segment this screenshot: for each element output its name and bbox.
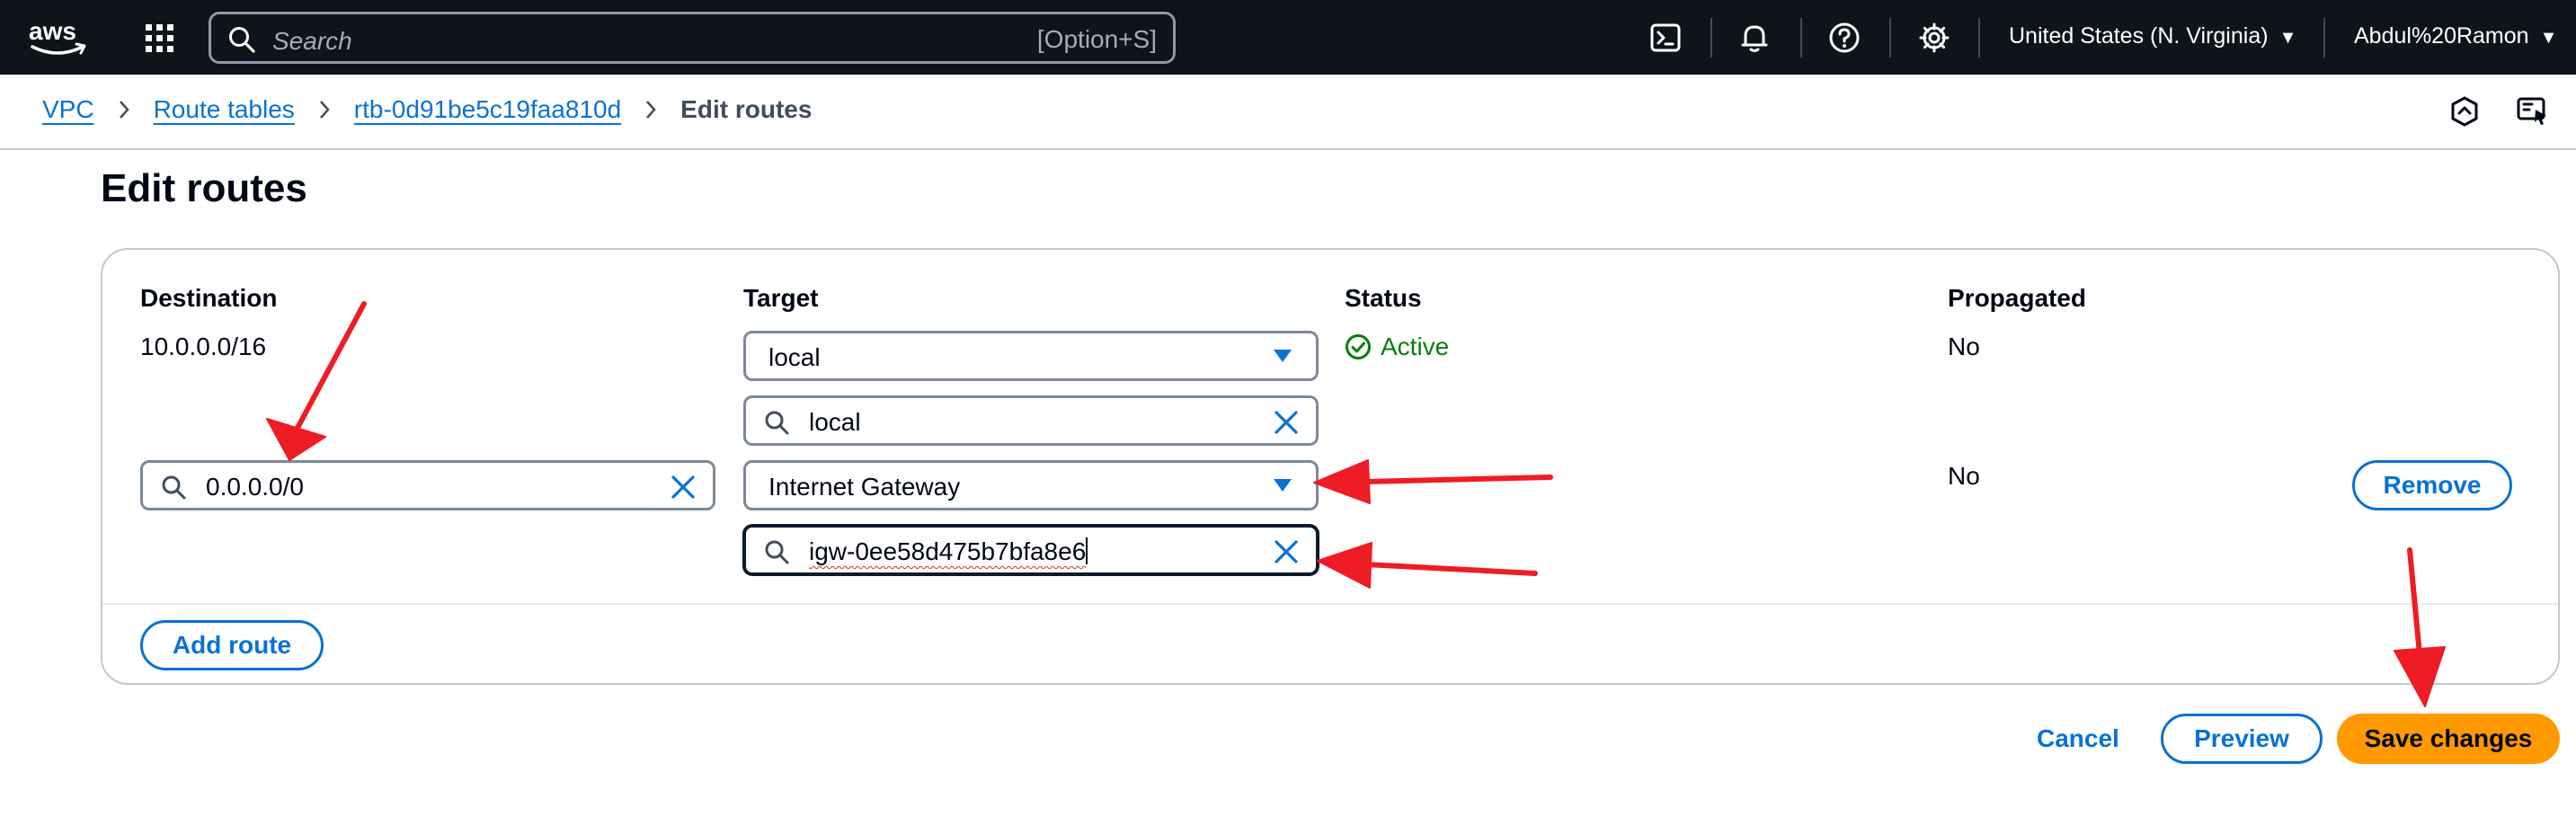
help-icon[interactable] xyxy=(1828,22,1861,54)
cancel-button[interactable]: Cancel xyxy=(2037,724,2119,753)
search-icon xyxy=(229,27,255,53)
check-circle-icon xyxy=(1346,334,1371,359)
column-header-status: Status xyxy=(1345,284,1422,312)
top-navigation-bar: aws Search [Option+S] United States (N. … xyxy=(0,0,2576,75)
region-selector[interactable]: United States (N. Virginia) ▼ xyxy=(2009,23,2296,49)
target-type-value: local xyxy=(768,343,821,371)
target-search-input[interactable]: igw-0ee58d475b7bfa8e6 xyxy=(743,525,1319,575)
target-search-value: igw-0ee58d475b7bfa8e6 xyxy=(809,537,1087,565)
divider xyxy=(1710,18,1712,58)
remove-route-button[interactable]: Remove xyxy=(2352,460,2512,510)
breadcrumb-bar: VPC Route tables rtb-0d91be5c19faa810d E… xyxy=(0,75,2576,150)
caret-down-icon: ▼ xyxy=(2539,28,2558,48)
breadcrumb-vpc[interactable]: VPC xyxy=(42,95,94,124)
target-search-value-wrapper: igw-0ee58d475b7bfa8e6 xyxy=(809,537,1088,566)
column-header-propagated: Propagated xyxy=(1948,284,2087,312)
search-icon xyxy=(765,411,789,435)
account-name: Abdul%20Ramon xyxy=(2354,23,2529,49)
column-header-destination: Destination xyxy=(140,284,278,312)
target-type-select[interactable]: local xyxy=(743,331,1319,381)
add-route-button[interactable]: Add route xyxy=(140,620,324,670)
global-search-input[interactable]: Search [Option+S] xyxy=(209,12,1176,64)
status-badge: Active xyxy=(1345,333,1449,361)
search-shortcut-hint: [Option+S] xyxy=(1036,25,1157,53)
column-header-target: Target xyxy=(743,284,819,312)
shield-hexagon-icon[interactable] xyxy=(2447,94,2482,129)
account-menu[interactable]: Abdul%20Ramon ▼ xyxy=(2354,23,2557,49)
svg-text:aws: aws xyxy=(29,17,76,45)
destination-search-input[interactable]: 0.0.0.0/0 xyxy=(140,460,715,510)
settings-icon[interactable] xyxy=(1918,22,1950,54)
breadcrumb-current: Edit routes xyxy=(680,95,813,123)
breadcrumb-route-table-id[interactable]: rtb-0d91be5c19faa810d xyxy=(354,95,621,124)
caret-down-icon: ▼ xyxy=(2278,28,2297,48)
feedback-screen-icon[interactable] xyxy=(2516,94,2550,129)
caret-down-icon xyxy=(1274,479,1292,492)
target-search-input[interactable]: local xyxy=(743,395,1319,446)
divider xyxy=(2323,18,2325,58)
search-placeholder: Search xyxy=(272,27,352,55)
bell-icon[interactable] xyxy=(1738,22,1771,54)
text-cursor xyxy=(1086,537,1088,564)
page-title: Edit routes xyxy=(101,166,307,210)
chevron-right-icon xyxy=(119,101,129,119)
target-search-value: local xyxy=(809,408,861,436)
destination-value: 0.0.0.0/0 xyxy=(206,473,304,501)
save-changes-button[interactable]: Save changes xyxy=(2337,714,2560,764)
apps-grid-icon[interactable] xyxy=(145,23,175,54)
search-icon xyxy=(765,540,789,564)
routes-table-panel: Destination Target Status Propagated 10.… xyxy=(101,248,2560,685)
clear-x-icon[interactable] xyxy=(1273,409,1300,436)
propagated-value: No xyxy=(1948,462,1980,490)
target-type-select[interactable]: Internet Gateway xyxy=(743,460,1319,510)
status-text: Active xyxy=(1381,333,1450,360)
divider xyxy=(1800,18,1802,58)
clear-x-icon[interactable] xyxy=(1273,538,1300,565)
search-icon xyxy=(162,475,186,500)
target-type-value: Internet Gateway xyxy=(768,473,961,501)
region-label: United States (N. Virginia) xyxy=(2009,23,2269,49)
divider xyxy=(1978,18,1980,58)
divider xyxy=(1889,18,1891,58)
clear-x-icon[interactable] xyxy=(670,474,697,501)
divider xyxy=(102,603,2558,605)
preview-button[interactable]: Preview xyxy=(2161,714,2323,764)
route-destination-value: 10.0.0.0/16 xyxy=(140,333,267,360)
caret-down-icon xyxy=(1274,350,1292,362)
chevron-right-icon xyxy=(319,101,330,119)
chevron-right-icon xyxy=(646,101,656,119)
cloudshell-icon[interactable] xyxy=(1649,22,1682,54)
breadcrumb-route-tables[interactable]: Route tables xyxy=(154,95,295,124)
breadcrumb: VPC Route tables rtb-0d91be5c19faa810d E… xyxy=(42,95,812,124)
aws-logo[interactable]: aws xyxy=(27,16,90,59)
propagated-value: No xyxy=(1948,333,1980,360)
